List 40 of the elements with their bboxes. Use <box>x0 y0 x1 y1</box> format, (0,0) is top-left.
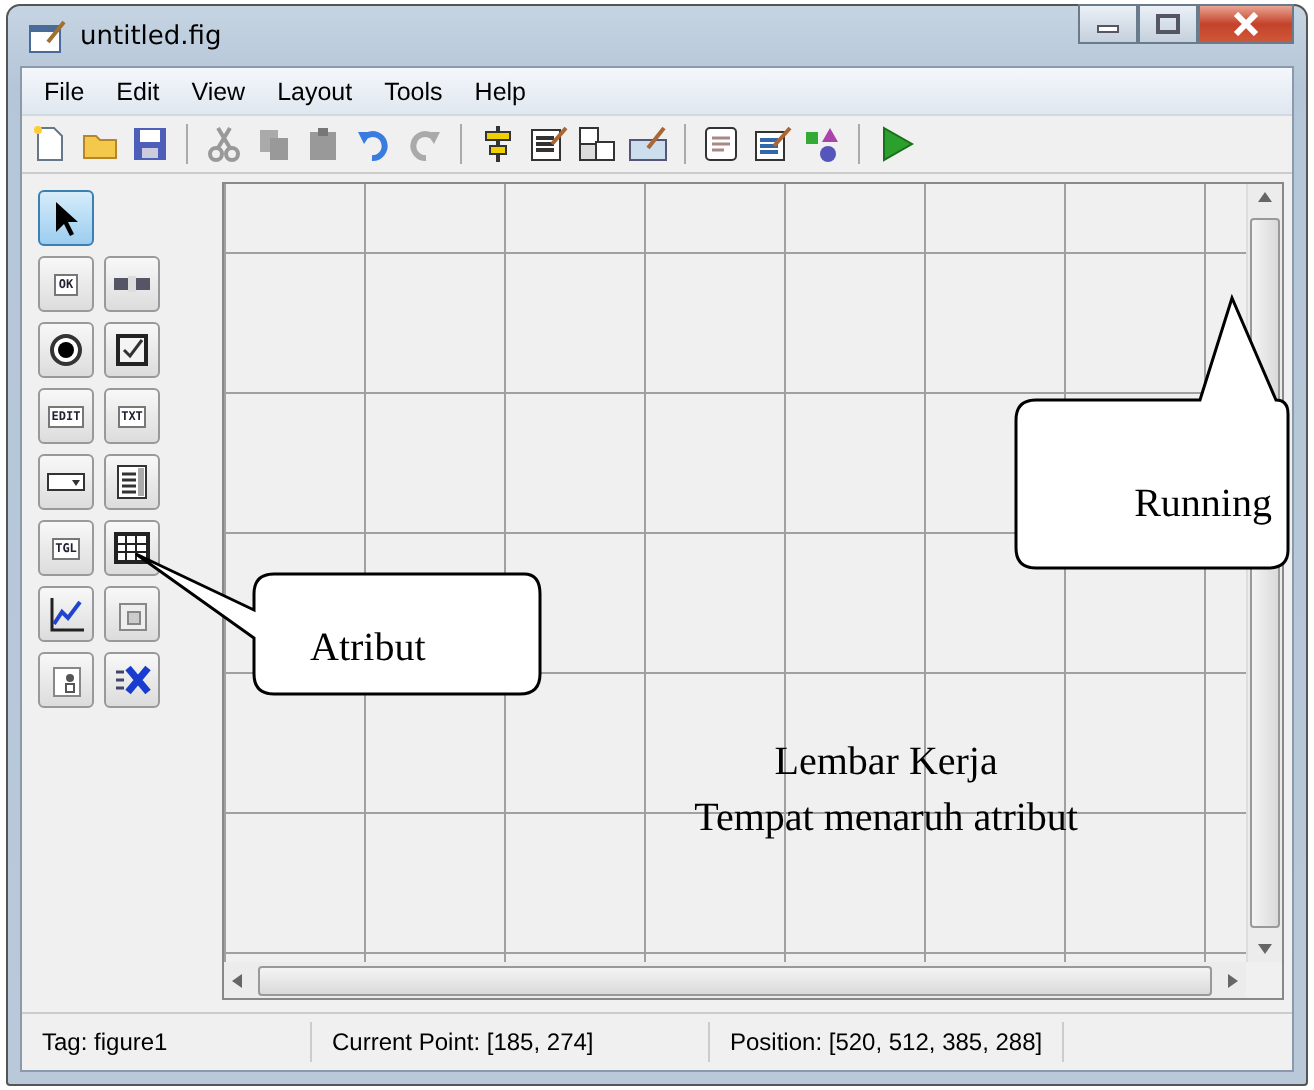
horizontal-scrollbar[interactable] <box>224 962 1246 998</box>
scroll-left-icon[interactable] <box>232 973 242 987</box>
palette-tool[interactable] <box>104 520 160 576</box>
table-icon <box>112 528 152 568</box>
maximize-button[interactable] <box>1138 4 1198 44</box>
menu-item[interactable]: View <box>177 73 260 109</box>
canvas-label: Tempat menaruh atribut <box>694 794 1078 844</box>
checkbox-icon <box>112 330 152 370</box>
close-button[interactable] <box>1198 4 1294 44</box>
palette-tool[interactable] <box>38 454 94 510</box>
listbox-icon <box>112 462 152 502</box>
status-text: Current Point: [185, 274] <box>312 1022 710 1062</box>
palette-tool[interactable] <box>38 586 94 642</box>
menu-item[interactable]: Tools <box>370 73 457 109</box>
scroll-right-icon[interactable] <box>1228 973 1238 987</box>
menu-item[interactable]: Layout <box>263 73 367 109</box>
maximize-icon <box>1156 14 1180 34</box>
palette-tool[interactable] <box>38 322 94 378</box>
axes-icon <box>46 594 86 634</box>
menu-item[interactable]: Edit <box>102 73 174 109</box>
scroll-up-icon[interactable] <box>1258 192 1272 202</box>
minimize-button[interactable] <box>1078 4 1138 44</box>
radio-icon <box>46 330 86 370</box>
window-title: untitled.fig <box>80 21 222 51</box>
close-icon <box>1232 12 1260 36</box>
save-icon[interactable] <box>130 124 170 164</box>
menu-item[interactable]: File <box>30 73 99 109</box>
status-text: Tag: figure1 <box>22 1022 312 1062</box>
palette-tool[interactable] <box>104 454 160 510</box>
menu-item[interactable]: Help <box>460 73 541 109</box>
canvas-label: Lembar Kerja <box>774 738 998 788</box>
palette-tool[interactable] <box>104 256 160 312</box>
palette-tool[interactable] <box>104 322 160 378</box>
palette-tool[interactable] <box>104 652 160 708</box>
callout-tooltip: Running <box>1012 294 1292 574</box>
figure-icon <box>28 18 68 54</box>
palette-tool[interactable] <box>38 652 94 708</box>
palette-tool[interactable] <box>38 190 94 246</box>
status-text: Position: [520, 512, 385, 288] <box>710 1022 1065 1062</box>
scroll-down-icon[interactable] <box>1258 944 1272 954</box>
